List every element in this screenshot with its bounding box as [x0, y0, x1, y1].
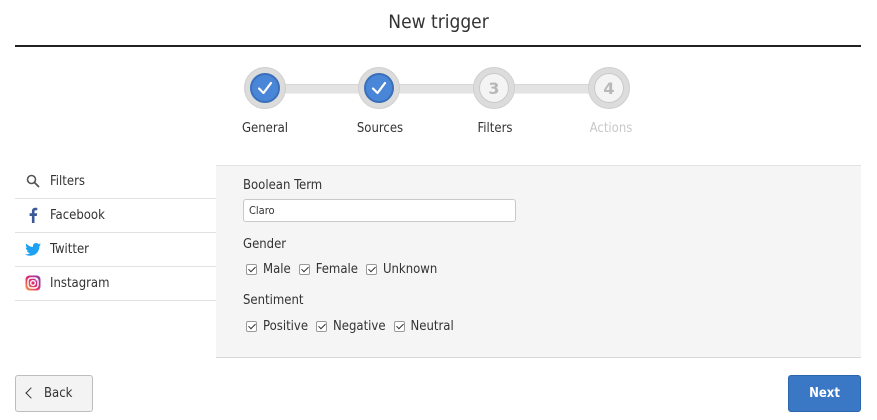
- sentiment-label: Sentiment: [243, 293, 304, 308]
- sidebar-item-instagram[interactable]: Instagram: [15, 267, 216, 301]
- sidebar-item-label: Instagram: [50, 276, 110, 291]
- step-sources[interactable]: [358, 67, 400, 109]
- page-title: New trigger: [388, 11, 489, 33]
- step-general[interactable]: [244, 67, 286, 109]
- sentiment-neutral-checkbox[interactable]: [393, 321, 405, 332]
- checkmark-icon: [371, 81, 387, 95]
- chevron-left-icon: [25, 387, 37, 399]
- step-general-indicator: [250, 73, 280, 103]
- stepper-track: [265, 84, 610, 94]
- step-number: 3: [488, 78, 500, 98]
- title-divider: [15, 45, 861, 47]
- sentiment-positive-checkbox[interactable]: [246, 321, 257, 332]
- gender-label: Gender: [243, 237, 287, 252]
- step-actions: 4: [588, 67, 630, 109]
- step-label-filters: Filters: [477, 121, 513, 136]
- gender-options: Male Female Unknown: [246, 262, 445, 277]
- checkbox-label: Negative: [333, 319, 386, 334]
- checkmark-icon: [257, 81, 273, 95]
- checkbox-label: Positive: [263, 319, 309, 334]
- sidebar-item-label: Twitter: [50, 242, 89, 257]
- sources-sidebar: Filters Facebook Twitter Instagram: [15, 165, 216, 301]
- step-sources-indicator: [364, 73, 394, 103]
- filters-panel: Boolean Term Gender Male Female Unknown …: [216, 165, 861, 358]
- step-actions-indicator: 4: [594, 73, 624, 103]
- checkbox-label: Male: [263, 262, 291, 277]
- step-filters-indicator: 3: [479, 73, 509, 103]
- sentiment-negative-checkbox[interactable]: [316, 321, 328, 332]
- checkbox-label: Female: [315, 262, 358, 277]
- step-filters[interactable]: 3: [473, 67, 515, 109]
- next-button[interactable]: Next: [788, 375, 861, 412]
- step-number: 4: [603, 78, 615, 98]
- twitter-icon: [25, 241, 41, 257]
- sidebar-item-label: Facebook: [50, 208, 105, 223]
- sentiment-options: Positive Negative Neutral: [246, 319, 462, 334]
- step-label-sources: Sources: [356, 121, 404, 136]
- sidebar-item-facebook[interactable]: Facebook: [15, 199, 216, 233]
- sidebar-item-filters[interactable]: Filters: [15, 165, 216, 199]
- gender-male-checkbox[interactable]: [246, 264, 257, 275]
- gender-unknown-checkbox[interactable]: [365, 264, 377, 275]
- facebook-icon: [25, 207, 41, 223]
- back-button-label: Back: [44, 386, 73, 401]
- instagram-icon: [25, 275, 41, 291]
- gender-female-checkbox[interactable]: [298, 264, 310, 275]
- step-label-general: General: [241, 121, 289, 136]
- step-label-actions: Actions: [589, 121, 633, 136]
- back-button[interactable]: Back: [15, 375, 93, 412]
- search-icon: [25, 173, 41, 189]
- checkbox-label: Neutral: [410, 319, 454, 334]
- boolean-term-input[interactable]: [243, 199, 516, 222]
- boolean-term-label: Boolean Term: [243, 178, 323, 193]
- sidebar-item-twitter[interactable]: Twitter: [15, 233, 216, 267]
- checkbox-label: Unknown: [382, 262, 438, 277]
- sidebar-item-label: Filters: [50, 174, 85, 189]
